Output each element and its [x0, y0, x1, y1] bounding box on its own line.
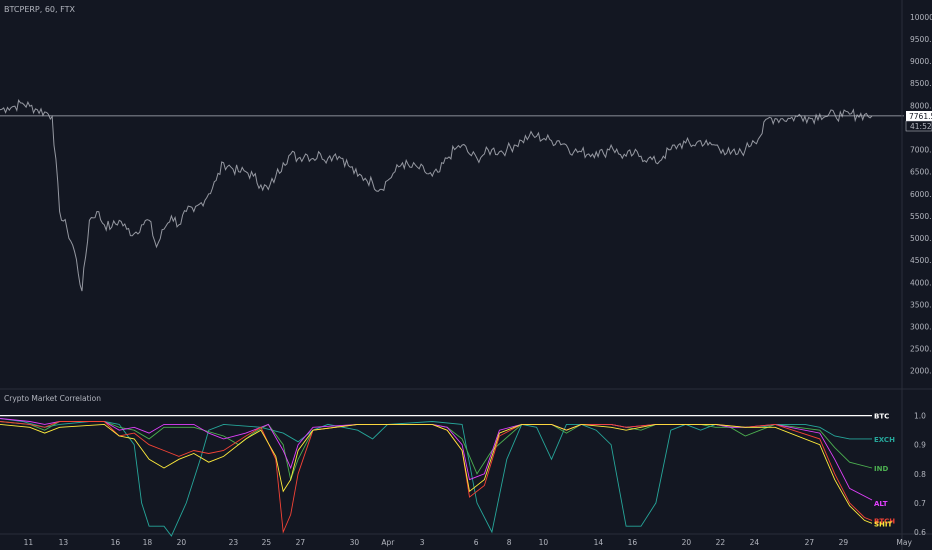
- series-label-btc: BTC: [874, 413, 889, 421]
- time-tick-label: 25: [262, 538, 272, 547]
- price-tick-label: 9000.0: [910, 57, 932, 66]
- price-tick-label: 5000.0: [910, 234, 932, 243]
- series-label-alt: ALT: [874, 500, 888, 508]
- time-tick-label: May: [896, 538, 912, 547]
- time-tick-label: 13: [59, 538, 69, 547]
- price-tick-label: 4500.0: [910, 256, 932, 265]
- series-label-ind: IND: [874, 465, 888, 473]
- time-tick-label: 14: [594, 538, 604, 547]
- time-tick-label: 30: [350, 538, 360, 547]
- countdown-tag: 41:52: [905, 120, 932, 132]
- indicator-tick-label: 0.7: [914, 499, 926, 508]
- price-tick-label: 3500.0: [910, 300, 932, 309]
- indicator-tick-label: 1.0: [914, 412, 926, 421]
- series-label-shit: SHIT: [874, 520, 893, 528]
- chart-root: 10000.09500.09000.08500.08000.07500.0700…: [0, 0, 932, 550]
- price-tick-label: 7000.0: [910, 146, 932, 155]
- price-tick-label: 9500.0: [910, 35, 932, 44]
- last-price-value: 7761.5: [909, 112, 932, 121]
- price-tick-label: 10000.0: [910, 13, 932, 22]
- price-tick-label: 8500.0: [910, 79, 932, 88]
- indicator-tick-label: 0.8: [914, 470, 926, 479]
- time-tick-label: 24: [750, 538, 760, 547]
- indicator-title[interactable]: Crypto Market Correlation: [4, 394, 101, 403]
- price-tick-label: 3000.0: [910, 322, 932, 331]
- symbol-header[interactable]: BTCPERP, 60, FTX: [4, 5, 75, 14]
- time-tick-label: 29: [839, 538, 849, 547]
- time-tick-label: 23: [229, 538, 239, 547]
- time-tick-label: 18: [143, 538, 153, 547]
- price-tick-label: 4000.0: [910, 278, 932, 287]
- price-tick-label: 2000.0: [910, 367, 932, 376]
- time-tick-label: 16: [111, 538, 121, 547]
- indicator-tick-label: 0.6: [914, 528, 926, 537]
- price-tick-label: 6000.0: [910, 190, 932, 199]
- price-tick-label: 8000.0: [910, 101, 932, 110]
- time-tick-label: 20: [682, 538, 692, 547]
- time-tick-label: 20: [177, 538, 187, 547]
- time-tick-label: 27: [296, 538, 306, 547]
- countdown-value: 41:52: [910, 122, 932, 131]
- time-tick-label: 10: [539, 538, 549, 547]
- time-tick-label: 3: [420, 538, 425, 547]
- price-tick-label: 2500.0: [910, 345, 932, 354]
- time-tick-label: 16: [628, 538, 638, 547]
- price-tick-label: 6500.0: [910, 168, 932, 177]
- last-price-tag: 7761.5: [906, 111, 932, 121]
- time-tick-label: Apr: [381, 538, 395, 547]
- time-tick-label: 6: [474, 538, 479, 547]
- time-tick-label: 22: [716, 538, 726, 547]
- background: [0, 0, 932, 550]
- time-tick-label: 8: [507, 538, 512, 547]
- series-label-exch: EXCH: [874, 436, 895, 444]
- time-tick-label: 27: [805, 538, 815, 547]
- time-tick-label: 11: [24, 538, 34, 547]
- price-tick-label: 5500.0: [910, 212, 932, 221]
- indicator-tick-label: 0.9: [914, 441, 926, 450]
